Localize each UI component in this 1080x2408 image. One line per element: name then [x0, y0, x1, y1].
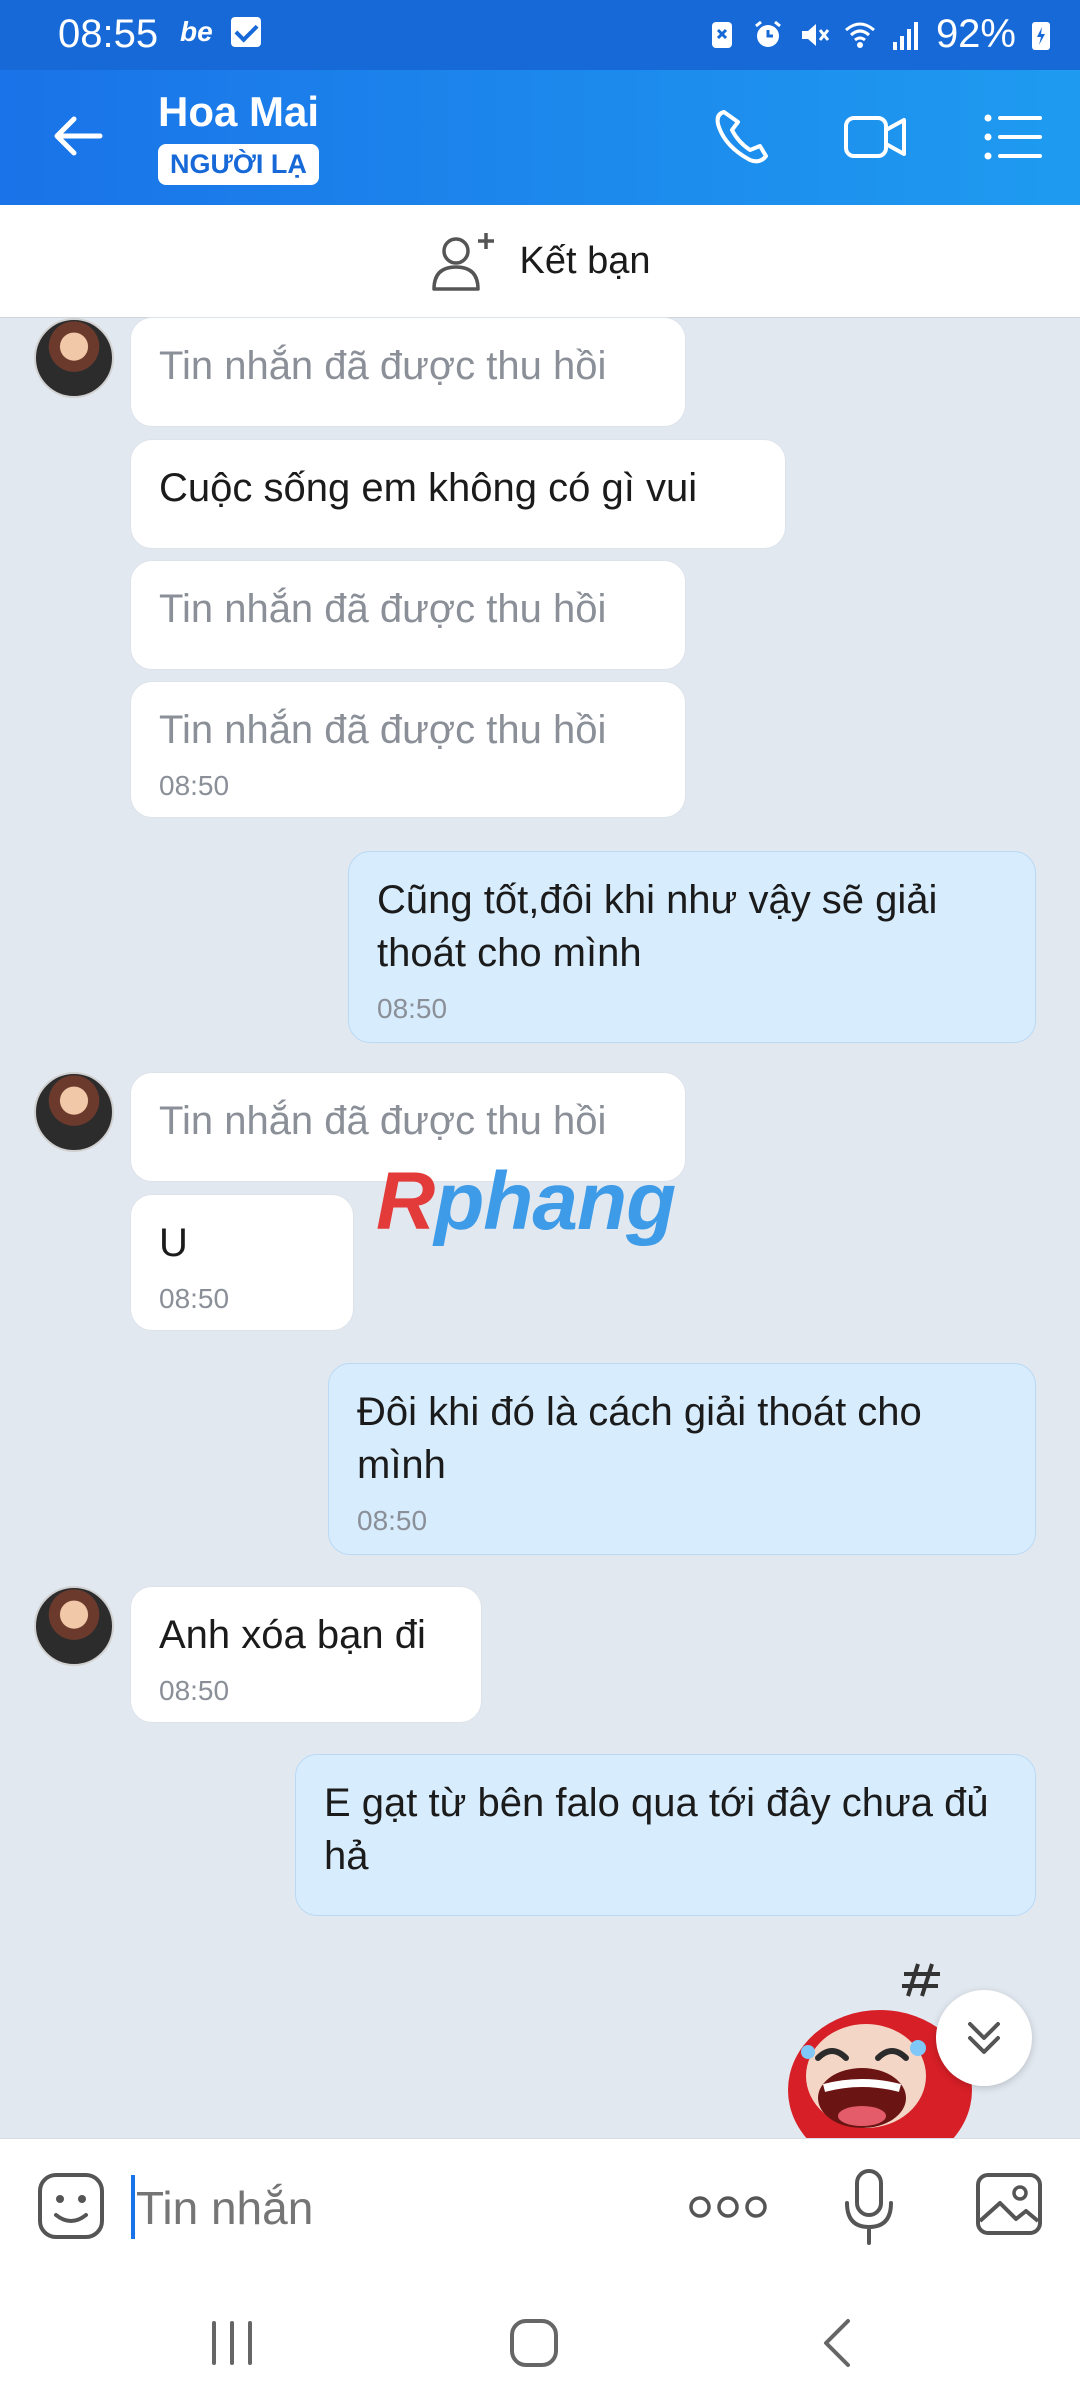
- message-input[interactable]: [136, 2173, 636, 2243]
- message-bubble[interactable]: Cuộc sống em không có gì vui: [130, 439, 786, 549]
- scroll-to-bottom-button[interactable]: [936, 1990, 1032, 2086]
- be-app-icon: be: [180, 16, 213, 47]
- message-text: Tin nhắn đã được thu hồi: [159, 1099, 607, 1143]
- message-bubble[interactable]: U 08:50: [130, 1194, 354, 1331]
- alarm-icon: [755, 20, 781, 47]
- message-time: 08:50: [159, 1283, 230, 1314]
- system-nav-bar: [0, 2273, 1080, 2408]
- watermark-rest: phang: [434, 1156, 676, 1247]
- message-time: 08:50: [377, 993, 448, 1024]
- nfc-icon: [711, 21, 732, 48]
- message-input-bar: [0, 2138, 1080, 2273]
- message-text: U: [159, 1221, 188, 1265]
- message-bubble[interactable]: Tin nhắn đã được thu hồi 08:50: [130, 681, 686, 818]
- chat-header: Hoa Mai NGƯỜI LẠ: [0, 70, 1080, 205]
- mute-icon: [801, 23, 830, 46]
- message-text: E gạt từ bên falo qua tới đây chưa đủ hả: [324, 1781, 989, 1878]
- emoji-icon[interactable]: [36, 2171, 106, 2241]
- add-friend-icon: [431, 233, 494, 291]
- contact-name[interactable]: Hoa Mai: [158, 88, 319, 136]
- video-call-icon[interactable]: [842, 106, 908, 168]
- watermark-first-letter: R: [376, 1156, 435, 1247]
- message-text: Đôi khi đó là cách giải thoát cho mình: [357, 1390, 922, 1487]
- watermark-logo: Rphang: [376, 1155, 676, 1249]
- status-time: 08:55: [58, 12, 159, 56]
- message-text: Tin nhắn đã được thu hồi: [159, 587, 607, 631]
- back-nav-icon[interactable]: [808, 2313, 868, 2373]
- more-options-icon[interactable]: [688, 2189, 768, 2225]
- message-time: 08:50: [159, 770, 230, 801]
- signal-icon: [892, 21, 918, 50]
- battery-icon: [1032, 21, 1050, 50]
- message-text: Cũng tốt,đôi khi như vậy sẽ giải thoát c…: [377, 878, 938, 975]
- recent-apps-icon[interactable]: [202, 2313, 262, 2373]
- message-text: Cuộc sống em không có gì vui: [159, 466, 698, 510]
- menu-list-icon[interactable]: [980, 106, 1046, 168]
- double-chevron-down-icon: [968, 2022, 1000, 2054]
- battery-percent: 92%: [935, 12, 1016, 56]
- message-bubble[interactable]: Tin nhắn đã được thu hồi: [130, 560, 686, 670]
- message-bubble[interactable]: Đôi khi đó là cách giải thoát cho mình 0…: [328, 1363, 1036, 1555]
- task-check-icon: [230, 17, 261, 47]
- phone-call-icon[interactable]: [710, 106, 776, 168]
- microphone-icon[interactable]: [843, 2167, 895, 2247]
- text-cursor: [131, 2175, 135, 2239]
- avatar[interactable]: [34, 1586, 114, 1666]
- message-time: 08:50: [357, 1505, 428, 1536]
- message-bubble[interactable]: Tin nhắn đã được thu hồi: [130, 317, 686, 427]
- message-bubble[interactable]: E gạt từ bên falo qua tới đây chưa đủ hả: [295, 1754, 1036, 1916]
- status-bar: 08:55 be 92%: [0, 0, 1080, 70]
- message-text: Tin nhắn đã được thu hồi: [159, 708, 607, 752]
- avatar[interactable]: [34, 318, 114, 398]
- image-gallery-icon[interactable]: [974, 2171, 1044, 2237]
- message-text: Tin nhắn đã được thu hồi: [159, 344, 607, 388]
- message-bubble[interactable]: Cũng tốt,đôi khi như vậy sẽ giải thoát c…: [348, 851, 1036, 1043]
- message-text: Anh xóa bạn đi: [159, 1613, 426, 1657]
- message-time: 08:50: [159, 1675, 230, 1706]
- back-arrow-icon[interactable]: [48, 106, 108, 166]
- stranger-badge: NGƯỜI LẠ: [158, 144, 319, 185]
- message-bubble[interactable]: Anh xóa bạn đi 08:50: [130, 1586, 482, 1723]
- wifi-icon: [844, 22, 875, 48]
- add-friend-label: Kết bạn: [519, 239, 651, 282]
- home-icon[interactable]: [504, 2313, 564, 2373]
- avatar[interactable]: [34, 1072, 114, 1152]
- add-friend-bar[interactable]: Kết bạn: [0, 205, 1080, 318]
